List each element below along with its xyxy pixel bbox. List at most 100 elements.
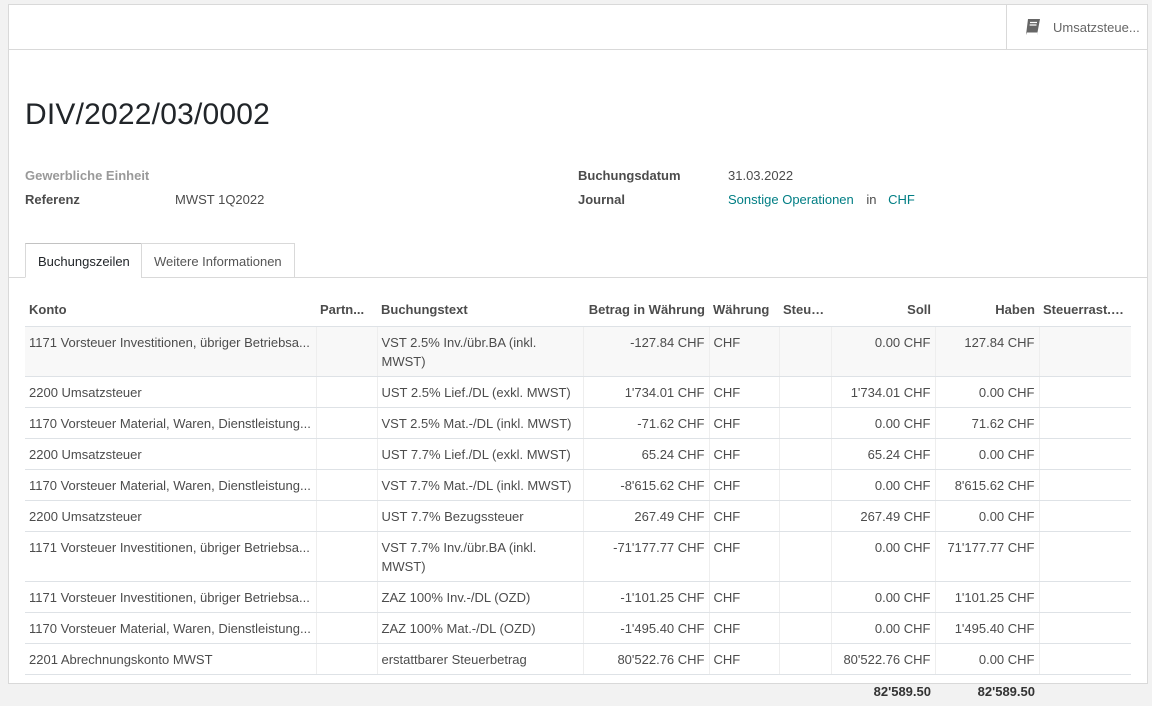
currency-cell[interactable]: CHF xyxy=(708,438,779,470)
tab-weitere-informationen[interactable]: Weitere Informationen xyxy=(141,243,295,278)
credit-cell[interactable]: 1'495.40 CHF xyxy=(934,612,1039,644)
tax-report-smart-button[interactable]: Umsatzsteue... xyxy=(1006,5,1147,49)
taxes-cell[interactable] xyxy=(778,612,831,644)
tax-grid-cell[interactable] xyxy=(1038,581,1131,613)
partner-cell[interactable] xyxy=(315,376,377,408)
amount-currency-cell[interactable]: 80'522.76 CHF xyxy=(582,643,709,675)
partner-cell[interactable] xyxy=(315,531,377,582)
taxes-cell[interactable] xyxy=(778,469,831,501)
amount-currency-cell[interactable]: 267.49 CHF xyxy=(582,500,709,532)
partner-cell[interactable] xyxy=(315,500,377,532)
partner-cell[interactable] xyxy=(315,407,377,439)
credit-cell[interactable]: 127.84 CHF xyxy=(934,326,1039,377)
account-cell[interactable]: 2200 Umsatzsteuer xyxy=(25,500,316,532)
table-row[interactable]: 1171 Vorsteuer Investitionen, übriger Be… xyxy=(25,581,1131,613)
column-header-konto[interactable]: Konto xyxy=(25,294,316,327)
column-header-soll[interactable]: Soll xyxy=(831,294,935,327)
table-row[interactable]: 1170 Vorsteuer Material, Waren, Dienstle… xyxy=(25,469,1131,501)
taxes-cell[interactable] xyxy=(778,376,831,408)
table-row[interactable]: 2200 Umsatzsteuer UST 2.5% Lief./DL (exkl… xyxy=(25,376,1131,408)
column-header-steuerraster[interactable]: Steuerrast... xyxy=(1039,294,1131,327)
tax-grid-cell[interactable] xyxy=(1038,469,1131,501)
partner-cell[interactable] xyxy=(315,612,377,644)
amount-currency-cell[interactable]: -71.62 CHF xyxy=(582,407,709,439)
column-header-waehrung[interactable]: Währung xyxy=(709,294,779,327)
label-cell[interactable]: VST 7.7% Mat.-/DL (inkl. MWST) xyxy=(376,469,583,501)
debit-cell[interactable]: 267.49 CHF xyxy=(830,500,935,532)
label-cell[interactable]: ZAZ 100% Inv.-/DL (OZD) xyxy=(376,581,583,613)
taxes-cell[interactable] xyxy=(778,500,831,532)
debit-cell[interactable]: 0.00 CHF xyxy=(830,581,935,613)
column-header-betrag[interactable]: Betrag in Währung xyxy=(583,294,709,327)
account-cell[interactable]: 2200 Umsatzsteuer xyxy=(25,438,316,470)
label-cell[interactable]: erstattbarer Steuerbetrag xyxy=(376,643,583,675)
amount-currency-cell[interactable]: -1'101.25 CHF xyxy=(582,581,709,613)
currency-cell[interactable]: CHF xyxy=(708,531,779,582)
tax-grid-cell[interactable] xyxy=(1038,612,1131,644)
debit-cell[interactable]: 0.00 CHF xyxy=(830,407,935,439)
credit-cell[interactable]: 71'177.77 CHF xyxy=(934,531,1039,582)
currency-cell[interactable]: CHF xyxy=(708,407,779,439)
currency-cell[interactable]: CHF xyxy=(708,612,779,644)
journal-currency-link[interactable]: CHF xyxy=(888,192,915,207)
currency-cell[interactable]: CHF xyxy=(708,326,779,377)
column-header-buchungstext[interactable]: Buchungstext xyxy=(377,294,583,327)
amount-currency-cell[interactable]: -127.84 CHF xyxy=(582,326,709,377)
label-cell[interactable]: VST 2.5% Mat.-/DL (inkl. MWST) xyxy=(376,407,583,439)
label-cell[interactable]: VST 2.5% Inv./übr.BA (inkl. MWST) xyxy=(376,326,583,377)
currency-cell[interactable]: CHF xyxy=(708,469,779,501)
date-value[interactable]: 31.03.2022 xyxy=(728,168,793,183)
table-row[interactable]: 1170 Vorsteuer Material, Waren, Dienstle… xyxy=(25,612,1131,644)
taxes-cell[interactable] xyxy=(778,581,831,613)
tax-grid-cell[interactable] xyxy=(1038,407,1131,439)
table-row[interactable]: 2200 Umsatzsteuer UST 7.7% Lief./DL (exkl… xyxy=(25,438,1131,470)
account-cell[interactable]: 2200 Umsatzsteuer xyxy=(25,376,316,408)
table-row[interactable]: 2200 Umsatzsteuer UST 7.7% Bezugssteuer 26… xyxy=(25,500,1131,532)
taxes-cell[interactable] xyxy=(778,326,831,377)
journal-link[interactable]: Sonstige Operationen xyxy=(728,192,854,207)
account-cell[interactable]: 1170 Vorsteuer Material, Waren, Dienstle… xyxy=(25,469,316,501)
partner-cell[interactable] xyxy=(315,438,377,470)
label-cell[interactable]: VST 7.7% Inv./übr.BA (inkl. MWST) xyxy=(376,531,583,582)
column-header-steuern[interactable]: Steuern xyxy=(779,294,831,327)
table-row[interactable]: 1171 Vorsteuer Investitionen, übriger Be… xyxy=(25,531,1131,582)
table-row[interactable]: 1171 Vorsteuer Investitionen, übriger Be… xyxy=(25,326,1131,377)
credit-cell[interactable]: 0.00 CHF xyxy=(934,376,1039,408)
credit-cell[interactable]: 8'615.62 CHF xyxy=(934,469,1039,501)
table-row[interactable]: 1170 Vorsteuer Material, Waren, Dienstle… xyxy=(25,407,1131,439)
label-cell[interactable]: UST 7.7% Lief./DL (exkl. MWST) xyxy=(376,438,583,470)
currency-cell[interactable]: CHF xyxy=(708,500,779,532)
column-header-haben[interactable]: Haben xyxy=(935,294,1039,327)
credit-cell[interactable]: 0.00 CHF xyxy=(934,643,1039,675)
column-options-icon[interactable] xyxy=(1125,305,1129,318)
amount-currency-cell[interactable]: -8'615.62 CHF xyxy=(582,469,709,501)
currency-cell[interactable]: CHF xyxy=(708,581,779,613)
account-cell[interactable]: 1171 Vorsteuer Investitionen, übriger Be… xyxy=(25,326,316,377)
debit-cell[interactable]: 0.00 CHF xyxy=(830,531,935,582)
tax-grid-cell[interactable] xyxy=(1038,326,1131,377)
amount-currency-cell[interactable]: 1'734.01 CHF xyxy=(582,376,709,408)
account-cell[interactable]: 2201 Abrechnungskonto MWST xyxy=(25,643,316,675)
credit-cell[interactable]: 0.00 CHF xyxy=(934,438,1039,470)
debit-cell[interactable]: 0.00 CHF xyxy=(830,469,935,501)
label-cell[interactable]: ZAZ 100% Mat.-/DL (OZD) xyxy=(376,612,583,644)
tax-grid-cell[interactable] xyxy=(1038,643,1131,675)
tax-grid-cell[interactable] xyxy=(1038,500,1131,532)
tax-grid-cell[interactable] xyxy=(1038,531,1131,582)
debit-cell[interactable]: 80'522.76 CHF xyxy=(830,643,935,675)
taxes-cell[interactable] xyxy=(778,531,831,582)
taxes-cell[interactable] xyxy=(778,438,831,470)
table-row[interactable]: 2201 Abrechnungskonto MWST erstattbarer S… xyxy=(25,643,1131,675)
debit-cell[interactable]: 0.00 CHF xyxy=(830,612,935,644)
taxes-cell[interactable] xyxy=(778,643,831,675)
amount-currency-cell[interactable]: -1'495.40 CHF xyxy=(582,612,709,644)
label-cell[interactable]: UST 7.7% Bezugssteuer xyxy=(376,500,583,532)
partner-cell[interactable] xyxy=(315,326,377,377)
amount-currency-cell[interactable]: -71'177.77 CHF xyxy=(582,531,709,582)
credit-cell[interactable]: 0.00 CHF xyxy=(934,500,1039,532)
debit-cell[interactable]: 0.00 CHF xyxy=(830,326,935,377)
partner-cell[interactable] xyxy=(315,643,377,675)
debit-cell[interactable]: 1'734.01 CHF xyxy=(830,376,935,408)
currency-cell[interactable]: CHF xyxy=(708,376,779,408)
partner-cell[interactable] xyxy=(315,469,377,501)
